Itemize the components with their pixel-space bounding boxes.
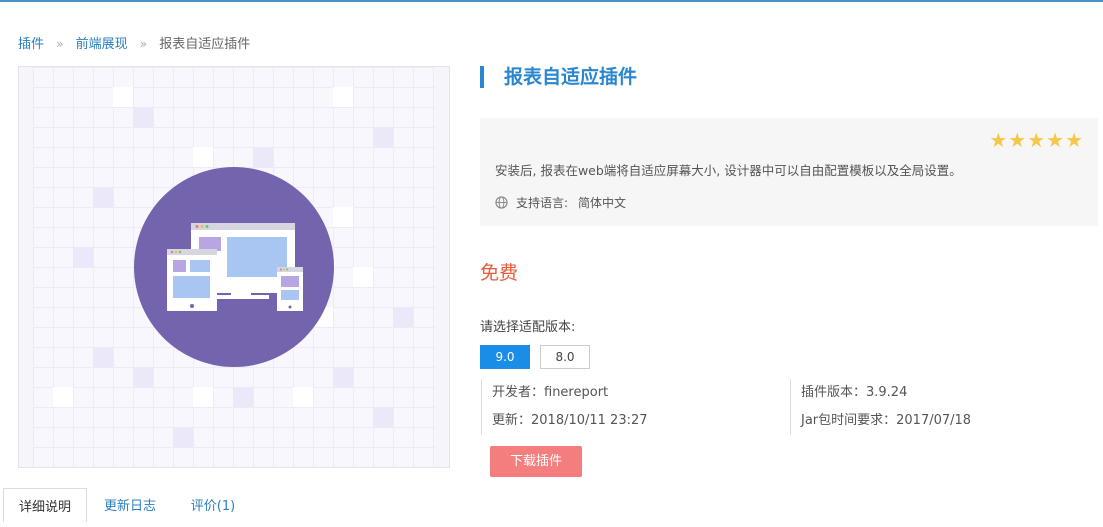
tab-details[interactable]: 详细说明 — [3, 488, 87, 522]
meta-right: 插件版本：3.9.24 Jar包时间要求：2017/07/18 — [790, 379, 971, 435]
plugin-title: 报表自适应插件 — [504, 66, 638, 88]
tab-changelog[interactable]: 更新日志 — [95, 488, 165, 522]
plugin-description: 安装后, 报表在web端将自适应屏幕大小, 设计器中可以自由配置模板以及全局设置… — [495, 163, 962, 178]
update-time: 更新：2018/10/11 23:27 — [492, 413, 648, 428]
star-rating: ★★★★★ — [989, 128, 1084, 152]
breadcrumb-separator: » — [56, 37, 64, 51]
tab-reviews[interactable]: 评价(1) — [178, 488, 248, 522]
breadcrumb-item-plugins[interactable]: 插件 — [18, 37, 44, 52]
jar-requirement: Jar包时间要求：2017/07/18 — [801, 413, 972, 428]
version-select-label: 请选择适配版本: — [480, 320, 576, 335]
responsive-devices-icon — [167, 223, 303, 311]
language-label: 支持语言: — [516, 196, 569, 210]
plugin-version: 插件版本：3.9.24 — [801, 385, 908, 400]
breadcrumb-separator: » — [139, 37, 148, 51]
description-panel: ★★★★★ 安装后, 报表在web端将自适应屏幕大小, 设计器中可以自由配置模板… — [480, 118, 1098, 226]
developer: 开发者：finereport — [492, 385, 609, 400]
language-value: 简体中文 — [578, 196, 627, 210]
top-border-line — [0, 0, 1103, 2]
plugin-image — [18, 66, 450, 468]
globe-icon — [495, 196, 508, 209]
download-button[interactable]: 下载插件 — [490, 446, 582, 477]
title-accent-bar: 报表自适应插件 — [480, 66, 637, 88]
breadcrumb-item-current: 报表自适应插件 — [159, 37, 251, 52]
breadcrumb-item-frontend[interactable]: 前端展现 — [76, 37, 128, 52]
version-option-8[interactable]: 8.0 — [540, 345, 590, 369]
price: 免费 — [480, 262, 519, 284]
version-option-9[interactable]: 9.0 — [480, 345, 530, 369]
breadcrumb: 插件 » 前端展现 » 报表自适应插件 — [18, 33, 250, 52]
meta-left: 开发者：finereport 更新：2018/10/11 23:27 — [481, 379, 648, 435]
supported-language: 支持语言: 简体中文 — [495, 194, 626, 211]
